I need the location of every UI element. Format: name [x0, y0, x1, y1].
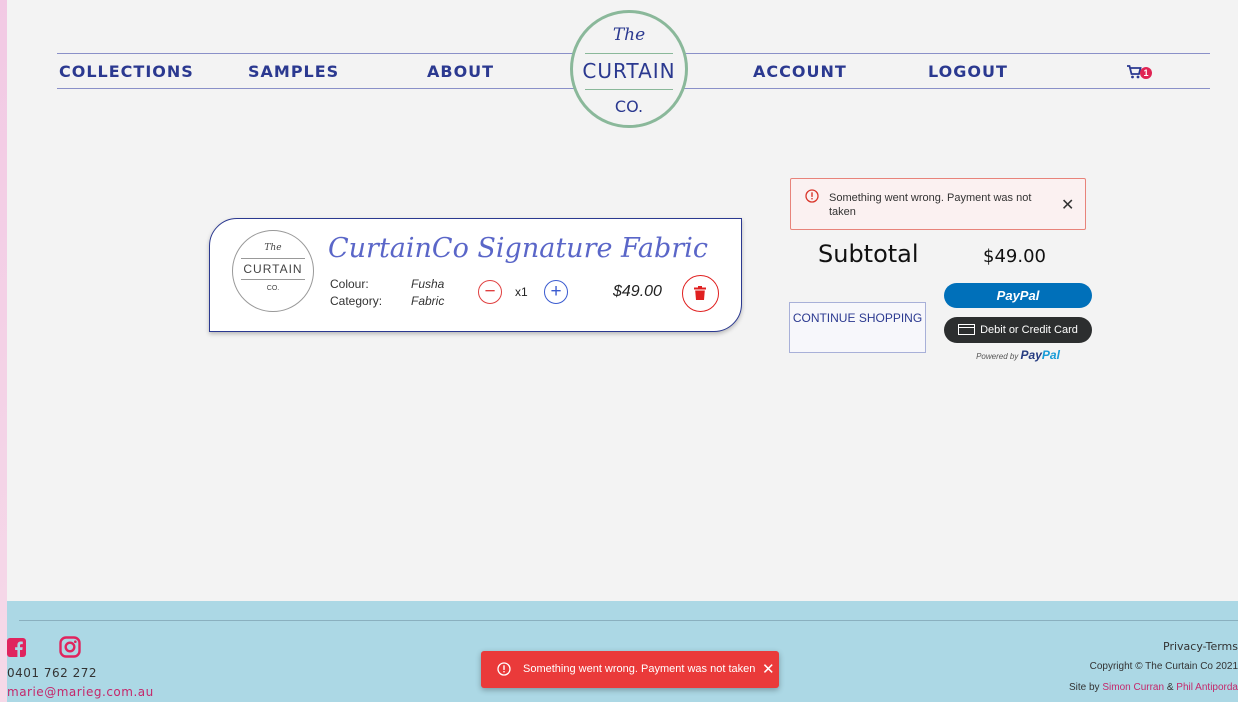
site-credit: Site by Simon Curran & Phil Antiporda	[1069, 682, 1238, 693]
colour-label: Colour:	[330, 277, 369, 291]
error-icon	[805, 189, 819, 203]
paypal-wordmark-pal: Pal	[1041, 348, 1060, 362]
site-logo[interactable]: The CURTAIN CO.	[570, 10, 688, 128]
nav-samples[interactable]: SAMPLES	[248, 62, 339, 81]
logo-divider	[585, 89, 673, 90]
alert-message: Something went wrong. Payment was not ta…	[829, 192, 1032, 218]
nav-logout[interactable]: LOGOUT	[928, 62, 1008, 81]
email-link[interactable]: marie@marieg.com.au	[7, 685, 154, 699]
increase-quantity-button[interactable]: +	[544, 280, 568, 304]
category-value: Fabric	[411, 294, 445, 308]
decrease-quantity-button[interactable]: −	[478, 280, 502, 304]
cart-count-badge: 1	[1140, 67, 1152, 79]
product-logo-the: The	[264, 243, 282, 253]
page: COLLECTIONS SAMPLES ABOUT ACCOUNT LOGOUT…	[7, 0, 1238, 702]
payment-error-alert: Something went wrong. Payment was not ta…	[790, 178, 1086, 230]
credit-ampersand: &	[1166, 682, 1174, 693]
nav-about[interactable]: ABOUT	[427, 62, 494, 81]
plus-icon: +	[550, 281, 562, 302]
author-link-phil[interactable]: Phil Antiporda	[1176, 682, 1238, 693]
site-by-label: Site by	[1068, 682, 1100, 693]
footer-divider	[19, 620, 1238, 621]
logo-divider	[585, 53, 673, 54]
nav-collections[interactable]: COLLECTIONS	[59, 62, 194, 81]
credit-card-icon	[958, 324, 976, 335]
product-logo-divider	[241, 279, 305, 280]
minus-icon: −	[484, 281, 496, 302]
product-logo-co: CO.	[266, 285, 280, 292]
alert-close-button[interactable]: ✕	[1061, 195, 1074, 215]
product-logo-divider	[241, 258, 305, 259]
quantity-value: x1	[515, 285, 528, 299]
instagram-icon[interactable]	[59, 636, 81, 658]
card-button-label: Debit or Credit Card	[980, 324, 1078, 336]
logo-curtain: CURTAIN	[582, 59, 676, 83]
error-toast: Something went wrong. Payment was not ta…	[481, 651, 779, 688]
logo-the: The	[612, 25, 646, 45]
item-price: $49.00	[613, 283, 662, 300]
subtotal-label: Subtotal	[818, 240, 919, 268]
copyright-text: Copyright © The Curtain Co 2021	[1089, 661, 1238, 672]
paypal-wordmark-pay: Pay	[1020, 348, 1042, 362]
facebook-icon[interactable]	[7, 638, 26, 657]
toast-close-button[interactable]: ✕	[762, 660, 775, 678]
nav-account[interactable]: ACCOUNT	[753, 62, 847, 81]
toast-message: Something went wrong. Payment was not ta…	[523, 663, 756, 675]
powered-by-text: Powered by	[976, 352, 1019, 361]
product-logo-curtain: CURTAIN	[243, 262, 303, 276]
subtotal-value: $49.00	[983, 246, 1046, 267]
logo-co: CO.	[614, 97, 644, 116]
colour-value: Fusha	[411, 277, 445, 291]
privacy-terms-link[interactable]: Privacy-Terms	[1163, 640, 1238, 653]
cart-button[interactable]: 1	[1126, 64, 1156, 82]
product-logo: The CURTAIN CO.	[232, 230, 314, 312]
powered-by-paypal: Powered by PayPal	[944, 348, 1092, 362]
category-label: Category:	[330, 294, 383, 308]
debit-credit-card-button[interactable]: Debit or Credit Card	[944, 317, 1092, 343]
author-link-simon[interactable]: Simon Curran	[1102, 682, 1164, 693]
continue-shopping-button[interactable]: CONTINUE SHOPPING	[789, 302, 926, 353]
cart-item-card: The CURTAIN CO. CurtainCo Signature Fabr…	[209, 218, 742, 332]
error-icon	[497, 662, 511, 676]
product-title: CurtainCo Signature Fabric	[328, 233, 708, 264]
remove-item-button[interactable]	[682, 275, 719, 312]
paypal-wordmark: PayPal	[1021, 348, 1060, 362]
paypal-button[interactable]: PayPal	[944, 283, 1092, 308]
phone-number: 0401 762 272	[7, 666, 97, 680]
trash-icon	[694, 286, 706, 300]
